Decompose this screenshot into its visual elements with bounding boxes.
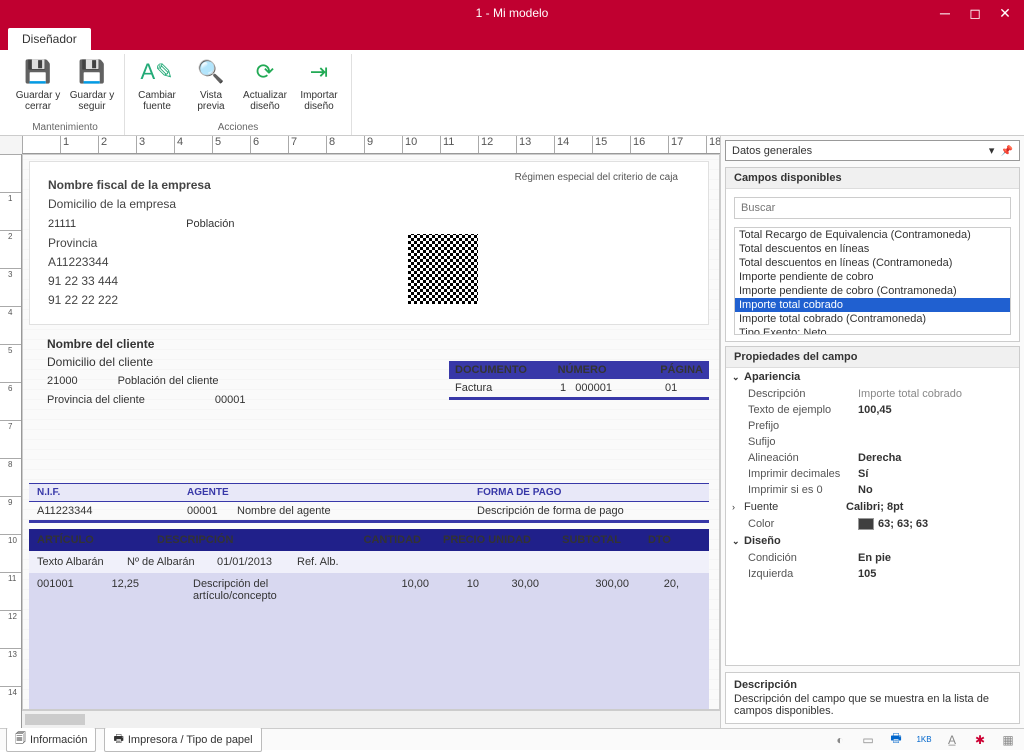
field-list-item[interactable]: Importe pendiente de cobro [735, 270, 1010, 284]
qr-code[interactable] [408, 234, 478, 304]
field-list-item[interactable]: Tipo Exento: Neto [735, 326, 1010, 335]
field-list[interactable]: Total Recargo de Equivalencia (Contramon… [734, 227, 1011, 335]
dropdown-icon: ▾ [989, 145, 995, 157]
printer-icon: 🖶 [113, 730, 123, 749]
side-panel: Datos generales ▾ 📌 Campos disponibles T… [720, 136, 1024, 728]
printer-button[interactable]: 🖶Impresora / Tipo de papel [104, 727, 261, 752]
window-title: 1 - Mi modelo [476, 6, 549, 20]
company-phone1[interactable]: 91 22 33 444 [48, 272, 690, 291]
prop-align[interactable]: Derecha [858, 452, 901, 464]
import-icon: ⇥ [303, 56, 335, 88]
pin-icon[interactable]: 📌 [1001, 146, 1013, 157]
field-list-item[interactable]: Importe total cobrado [735, 298, 1010, 312]
company-phone2[interactable]: 91 22 22 222 [48, 291, 690, 310]
client-province[interactable]: Provincia del cliente [47, 394, 145, 406]
refresh-icon: ⟳ [249, 56, 281, 88]
items-header[interactable]: ARTÍCULO DESCRIPCIÓN CANTIDAD PRECIO UNI… [29, 529, 709, 551]
prop-section-design[interactable]: ⌄Diseño [726, 532, 1019, 550]
tab-designer[interactable]: Diseñador [8, 28, 91, 50]
prop-print-zero[interactable]: No [858, 484, 873, 496]
maximize-button[interactable]: ◻ [960, 0, 990, 26]
prop-condition[interactable]: En pie [858, 552, 891, 564]
vertical-ruler: 1234567891011121314 [0, 154, 22, 728]
prop-color[interactable]: 63; 63; 63 [858, 518, 928, 530]
client-name[interactable]: Nombre del cliente [47, 335, 691, 353]
company-address[interactable]: Domicilio de la empresa [48, 195, 690, 214]
side-dropdown[interactable]: Datos generales ▾ 📌 [725, 140, 1020, 161]
nif-header[interactable]: N.I.F. AGENTE FORMA DE PAGO [29, 483, 709, 502]
info-icon: 🗐 [15, 730, 26, 749]
items-area[interactable] [29, 607, 709, 710]
save-continue-button[interactable]: 💾Guardar y seguir [66, 54, 118, 114]
save-icon: 💾 [76, 56, 108, 88]
field-list-item[interactable]: Total descuentos en líneas [735, 242, 1010, 256]
regimen-label[interactable]: Régimen especial del criterio de caja [515, 172, 678, 183]
change-font-button[interactable]: A✎Cambiar fuente [131, 54, 183, 114]
prop-sample[interactable]: 100,45 [858, 404, 892, 416]
company-city[interactable]: Población [186, 218, 234, 230]
title-bar: 1 - Mi modelo ─ ◻ ✕ [0, 0, 1024, 26]
status-icon[interactable]: 1KB [914, 732, 934, 748]
design-canvas[interactable]: 123456789101112131415161718 123456789101… [0, 136, 720, 728]
nif-row[interactable]: A11223344 00001 Nombre del agente Descri… [29, 502, 709, 523]
status-icon[interactable]: ✱ [970, 732, 990, 748]
info-button[interactable]: 🗐Información [6, 727, 96, 752]
fields-panel: Campos disponibles Total Recargo de Equi… [725, 167, 1020, 342]
save-close-icon: 💾 [22, 56, 54, 88]
status-icon[interactable]: ▭ [858, 732, 878, 748]
color-swatch [858, 518, 874, 530]
ribbon-tabstrip: Diseñador [0, 26, 1024, 50]
status-icon[interactable]: 🖶 [886, 732, 906, 748]
properties-panel: Propiedades del campo ⌄Apariencia Descri… [725, 346, 1020, 666]
prop-decimals[interactable]: Sí [858, 468, 868, 480]
field-list-item[interactable]: Importe pendiente de cobro (Contramoneda… [735, 284, 1010, 298]
prop-section-appearance[interactable]: ⌄Apariencia [726, 368, 1019, 386]
field-list-item[interactable]: Total descuentos en líneas (Contramoneda… [735, 256, 1010, 270]
items-subheader[interactable]: Texto Albarán Nº de Albarán 01/01/2013 R… [29, 551, 709, 573]
client-zip[interactable]: 21000 [47, 375, 78, 387]
close-button[interactable]: ✕ [990, 0, 1020, 26]
minimize-button[interactable]: ─ [930, 0, 960, 26]
client-code[interactable]: 00001 [215, 394, 246, 406]
collapse-icon: ⌄ [732, 372, 744, 383]
ribbon: 💾Guardar y cerrar 💾Guardar y seguir Mant… [0, 50, 1024, 136]
expand-icon: › [732, 502, 744, 512]
prop-left[interactable]: 105 [858, 568, 876, 580]
status-icon[interactable]: ◐ [830, 732, 850, 748]
ribbon-group-label: Mantenimiento [32, 122, 98, 135]
ribbon-group-label: Acciones [218, 122, 259, 135]
client-city[interactable]: Población del cliente [118, 375, 219, 387]
horizontal-scrollbar[interactable] [22, 710, 720, 728]
properties-title: Propiedades del campo [726, 347, 1019, 368]
preview-icon: 🔍 [195, 56, 227, 88]
description-box: Descripción Descripción del campo que se… [725, 672, 1020, 724]
horizontal-ruler: 123456789101112131415161718 [22, 136, 720, 154]
fields-panel-title: Campos disponibles [726, 168, 1019, 189]
prop-description[interactable]: Importe total cobrado [858, 388, 962, 400]
font-icon: A✎ [141, 56, 173, 88]
field-list-item[interactable]: Total Recargo de Equivalencia (Contramon… [735, 228, 1010, 242]
preview-button[interactable]: 🔍Vista previa [185, 54, 237, 114]
company-province[interactable]: Provincia [48, 234, 690, 253]
document-box[interactable]: DOCUMENTONÚMEROPÁGINA Factura1 00000101 [449, 361, 709, 400]
field-search-input[interactable] [735, 198, 1010, 218]
import-design-button[interactable]: ⇥Importar diseño [293, 54, 345, 114]
status-icon[interactable]: A̲ [942, 732, 962, 748]
company-block[interactable]: Régimen especial del criterio de caja No… [29, 161, 709, 325]
company-nif[interactable]: A11223344 [48, 253, 690, 272]
status-bar: 🗐Información 🖶Impresora / Tipo de papel … [0, 728, 1024, 750]
save-close-button[interactable]: 💾Guardar y cerrar [12, 54, 64, 114]
refresh-design-button[interactable]: ⟳Actualizar diseño [239, 54, 291, 114]
field-list-item[interactable]: Importe total cobrado (Contramoneda) [735, 312, 1010, 326]
prop-section-font[interactable]: ›FuenteCalibri; 8pt [726, 498, 1019, 516]
status-icon[interactable]: ▦ [998, 732, 1018, 748]
company-zip[interactable]: 21111 [48, 218, 76, 230]
item-row[interactable]: 001001 12,25 Descripción del artículo/co… [29, 573, 709, 607]
collapse-icon: ⌄ [732, 536, 744, 547]
